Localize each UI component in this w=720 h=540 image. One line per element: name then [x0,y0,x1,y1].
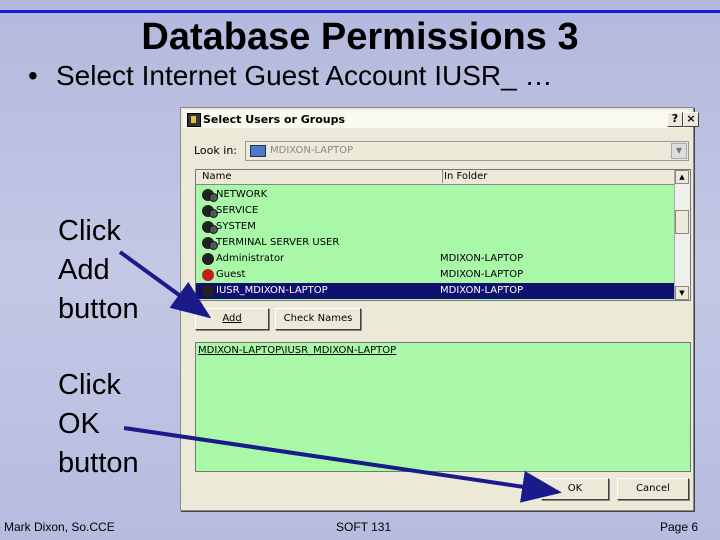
list-item[interactable]: SERVICE [196,203,674,219]
selected-names-box[interactable]: MDIXON-LAPTOP\IUSR_MDIXON-LAPTOP [195,342,691,472]
callout-add-line: button [58,293,139,325]
footer-course: SOFT 131 [336,520,392,534]
list-item-name: SERVICE [216,205,259,216]
list-item-name: TERMINAL SERVER USER [216,237,340,248]
list-item-name: IUSR_MDIXON-LAPTOP [216,285,328,296]
list-item-folder: MDIXON-LAPTOP [440,269,524,280]
user-icon [202,253,214,265]
column-header-folder[interactable]: In Folder [440,170,487,183]
help-button[interactable]: ? [667,112,683,127]
bullet-text: Select Internet Guest Account IUSR_ … [56,60,553,91]
list-item[interactable]: IUSR_MDIXON-LAPTOP MDIXON-LAPTOP [196,283,674,299]
list-item[interactable]: NETWORK [196,187,674,203]
list-item[interactable]: Guest MDIXON-LAPTOP [196,267,674,283]
select-users-dialog: Select Users or Groups ? × Look in: MDIX… [180,107,699,511]
scroll-thumb[interactable] [675,210,689,234]
add-button-label: Add [222,313,242,324]
callout-add-line: Add [58,254,110,286]
list-item-folder: MDIXON-LAPTOP [440,253,524,264]
footer-page: Page 6 [660,520,699,534]
check-names-button[interactable]: Check Names [275,308,361,330]
callout-add: Click Add button [58,212,178,329]
group-icon [202,205,218,218]
group-icon [202,189,218,202]
dialog-app-icon [187,113,201,127]
close-button[interactable]: × [683,112,699,127]
dialog-title: Select Users or Groups [203,113,346,126]
callout-ok-line: button [58,447,139,479]
scroll-up-icon[interactable]: ▲ [675,170,689,184]
list-item-name: NETWORK [216,189,268,200]
ok-button[interactable]: OK [541,478,609,500]
list-item[interactable]: SYSTEM [196,219,674,235]
list-item[interactable]: TERMINAL SERVER USER [196,235,674,251]
look-in-select[interactable]: MDIXON-LAPTOP ▼ [245,141,689,161]
callout-ok-line: Click [58,369,121,401]
add-button[interactable]: Add [195,308,269,330]
list-rows: NETWORK SERVICE SYSTEM TERMINAL SERVER USER… [196,187,674,299]
cancel-button[interactable]: Cancel [617,478,689,500]
callout-ok: Click OK button [58,366,178,483]
footer-author: Mark Dixon, So.CCE [4,520,115,534]
user-icon [202,285,214,297]
list-item-folder: MDIXON-LAPTOP [440,285,524,296]
group-icon [202,221,218,234]
bullet-point: • Select Internet Guest Account IUSR_ … [28,60,552,92]
computer-icon [250,145,266,157]
users-list[interactable]: Name In Folder NETWORK SERVICE SYSTEM TERMI… [195,169,691,301]
look-in-value: MDIXON-LAPTOP [270,145,354,156]
slide-title: Database Permissions 3 [141,16,579,58]
look-in-label: Look in: [194,144,237,157]
list-header: Name In Folder [196,170,674,185]
vertical-scrollbar[interactable]: ▲ ▼ [674,170,690,300]
guest-user-icon [202,269,214,281]
title-rule [0,10,720,13]
list-item[interactable]: Administrator MDIXON-LAPTOP [196,251,674,267]
callout-add-line: Click [58,215,121,247]
callout-ok-line: OK [58,408,100,440]
list-item-name: Guest [216,269,246,280]
column-header-name[interactable]: Name [196,170,443,183]
group-icon [202,237,218,250]
scroll-down-icon[interactable]: ▼ [675,286,689,300]
selected-name[interactable]: MDIXON-LAPTOP\IUSR_MDIXON-LAPTOP [198,345,396,356]
chevron-down-icon[interactable]: ▼ [671,143,687,159]
bullet-dot-icon: • [28,60,38,91]
dialog-titlebar[interactable]: Select Users or Groups ? × [183,110,699,128]
list-item-name: Administrator [216,253,285,264]
list-item-name: SYSTEM [216,221,256,232]
